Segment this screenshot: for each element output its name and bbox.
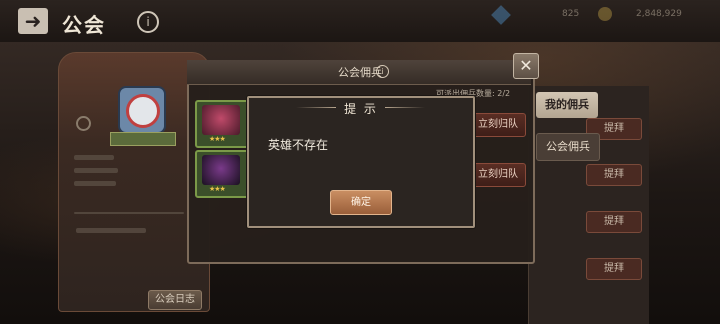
promote-button[interactable]: 提拜 bbox=[586, 164, 642, 186]
info-icon[interactable]: i bbox=[137, 11, 159, 33]
back-button[interactable]: ➜ bbox=[18, 8, 48, 34]
mercenary-card[interactable]: ★★★ bbox=[195, 150, 251, 198]
guild-name-bar bbox=[110, 132, 176, 146]
mercenary-card[interactable]: ★★★ bbox=[195, 100, 251, 148]
page-title: 公会 bbox=[62, 13, 106, 37]
guild-log-button[interactable]: 公会日志 bbox=[148, 290, 202, 310]
search-icon[interactable] bbox=[76, 116, 91, 131]
dialog-title: 提 示 bbox=[344, 102, 378, 116]
recall-button[interactable]: 立刻归队 bbox=[470, 163, 526, 187]
back-arrow-icon: ➜ bbox=[24, 9, 42, 33]
divider bbox=[74, 212, 184, 214]
coin-icon bbox=[598, 7, 612, 21]
guild-info-line bbox=[74, 168, 118, 173]
promote-button[interactable]: 提拜 bbox=[586, 258, 642, 280]
tab-guild-mercenary[interactable]: 公会佣兵 bbox=[536, 133, 600, 161]
guild-emblem-mark bbox=[126, 94, 160, 128]
top-bar bbox=[0, 0, 720, 42]
info-icon[interactable]: i bbox=[376, 65, 389, 78]
recall-button[interactable]: 立刻归队 bbox=[470, 113, 526, 137]
hero-portrait bbox=[202, 105, 240, 135]
promote-button[interactable]: 提拜 bbox=[586, 211, 642, 233]
gem-count: 825 bbox=[562, 9, 580, 19]
gold-count: 2,848,929 bbox=[636, 9, 682, 19]
tab-my-mercenary[interactable]: 我的佣兵 bbox=[536, 92, 598, 118]
dispatch-count: 2/2 bbox=[497, 89, 511, 98]
guild-info-line bbox=[74, 155, 114, 160]
guild-notice-line bbox=[76, 228, 146, 233]
star-rating: ★★★ bbox=[209, 135, 226, 143]
hero-portrait bbox=[202, 155, 240, 185]
close-button[interactable]: ✕ bbox=[513, 53, 539, 79]
mercenary-window-title: 公会佣兵 bbox=[338, 66, 382, 79]
guild-info-line bbox=[74, 181, 116, 186]
confirm-button[interactable]: 确定 bbox=[330, 190, 392, 215]
close-icon: ✕ bbox=[519, 56, 533, 75]
dialog-message: 英雄不存在 bbox=[268, 138, 329, 152]
star-rating: ★★★ bbox=[209, 185, 226, 193]
